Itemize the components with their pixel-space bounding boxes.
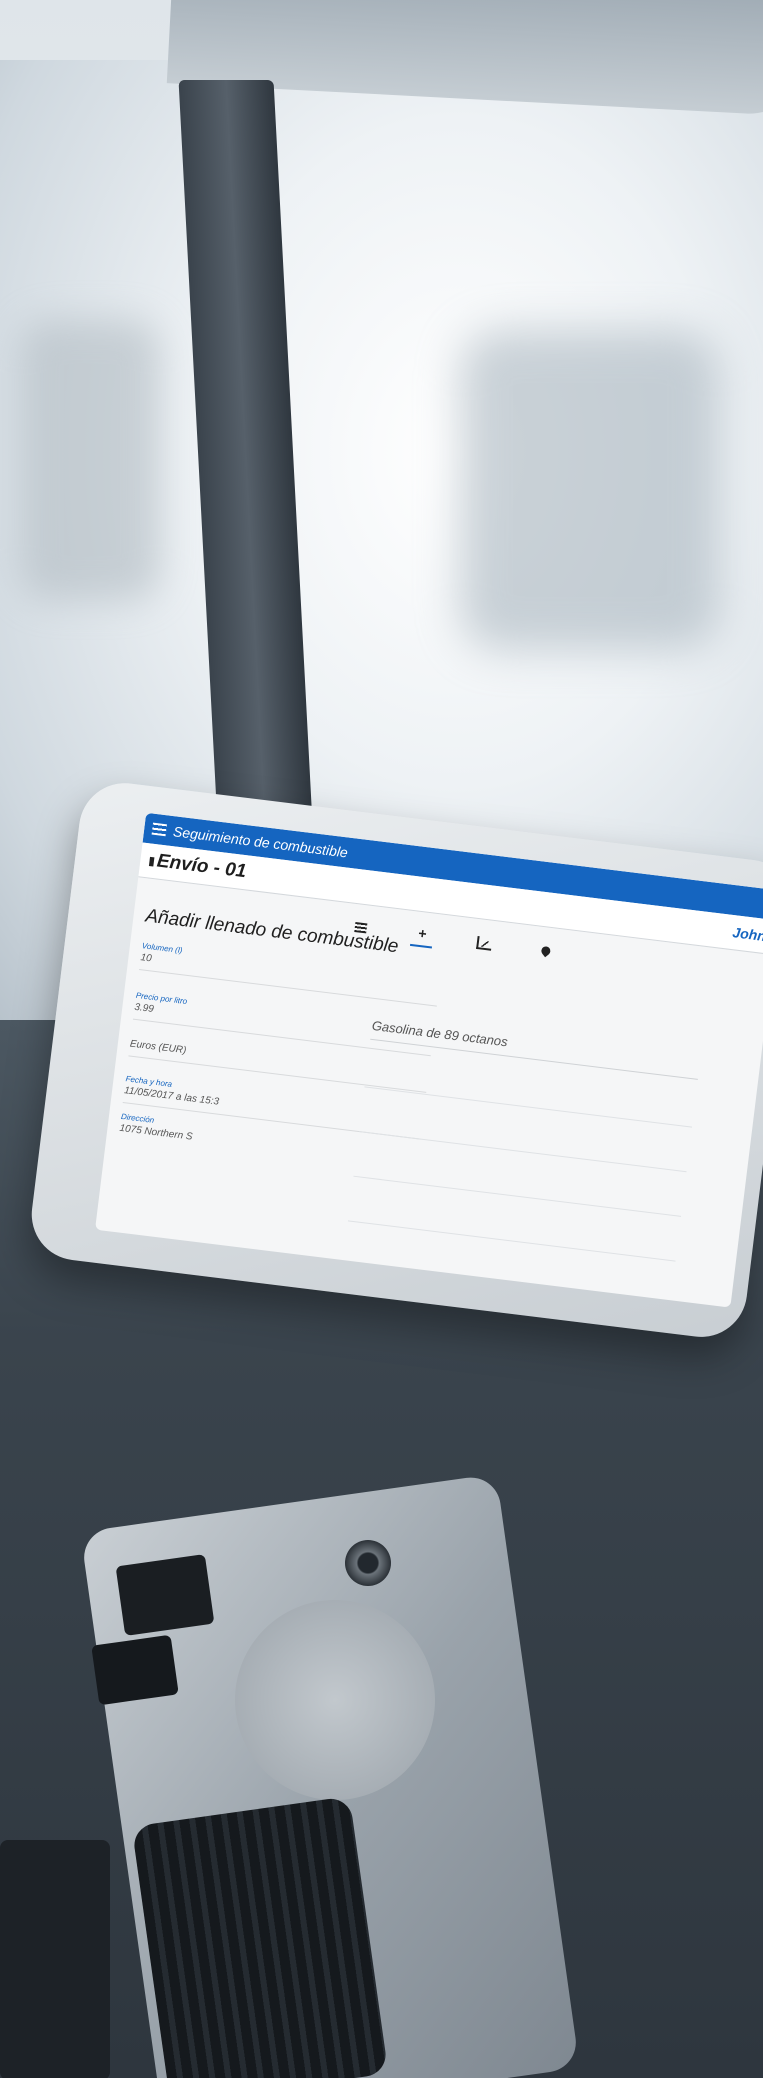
tab-add[interactable]: + (409, 920, 435, 949)
divider (353, 1175, 682, 1217)
console-screw (345, 1540, 391, 1586)
console-badge-perf (91, 1634, 179, 1706)
air-vent (131, 1796, 389, 2078)
tab-location[interactable] (533, 937, 558, 964)
shipment-title: Envío - 01 (155, 850, 248, 883)
location-pin-icon (539, 944, 552, 957)
console-badge (115, 1554, 215, 1636)
tablet-device: Seguimiento de combustible ▮ Envío - 01 … (26, 778, 763, 1343)
console-disc (235, 1600, 435, 1800)
plus-icon: + (417, 924, 428, 942)
user-name[interactable]: John (732, 924, 763, 944)
tablet-screen: Seguimiento de combustible ▮ Envío - 01 … (95, 812, 763, 1308)
radio-unit (0, 1840, 110, 2078)
blurred-outside-vehicle (460, 330, 720, 650)
hamburger-menu-icon[interactable] (151, 822, 167, 837)
chart-icon (475, 935, 493, 951)
divider (347, 1220, 676, 1262)
tab-chart[interactable] (472, 930, 497, 957)
truck-icon: ▮ (147, 853, 156, 869)
blurred-outside-object (20, 320, 160, 600)
